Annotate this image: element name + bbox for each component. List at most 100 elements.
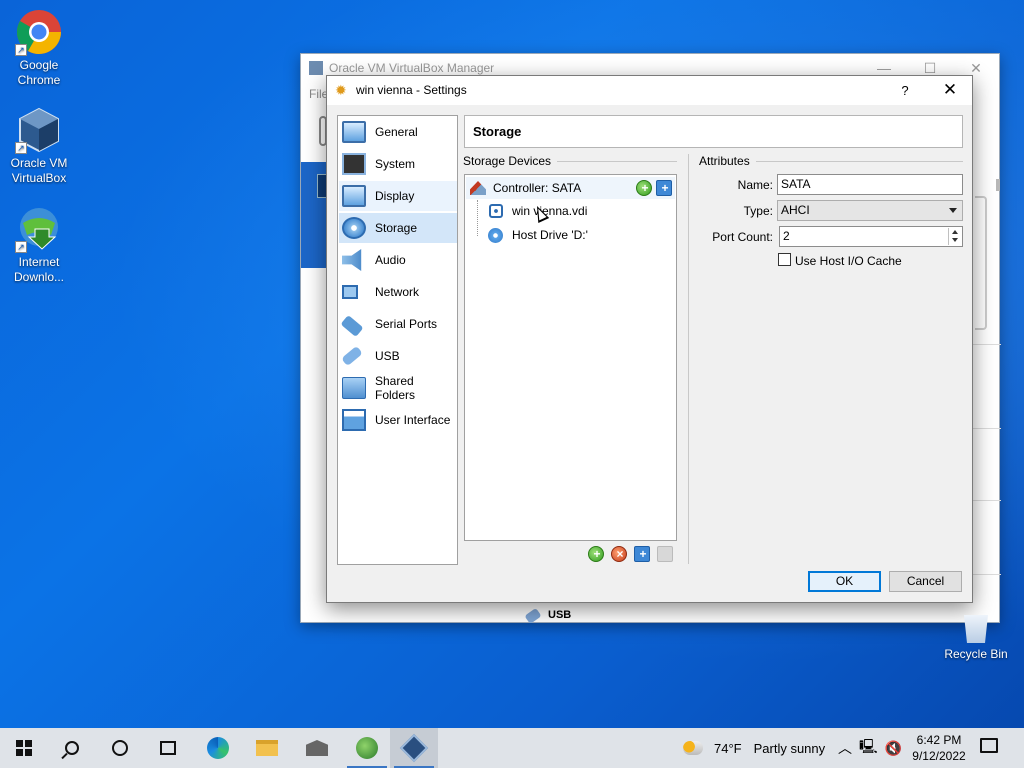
edge-icon [207,737,229,759]
spin-up-icon[interactable] [952,230,958,234]
category-usb[interactable]: USB [339,341,457,371]
volume-muted-icon[interactable]: 🔇 [885,740,902,757]
dialog-titlebar[interactable]: ✹ win vienna - Settings ? ✕ [327,76,972,105]
controller-label: Controller: SATA [493,181,582,195]
weather-widget[interactable]: 74°F Partly sunny [683,728,825,768]
usb-icon [341,345,363,367]
desktop-icon-label: Oracle VM VirtualBox [10,156,68,185]
page-title: Storage [464,115,963,148]
category-label: Serial Ports [375,317,438,331]
add-controller-button[interactable]: + [634,546,650,562]
remove-controller-button[interactable] [657,546,673,562]
dialog-title: win vienna - Settings [356,83,467,97]
port-count-value: 2 [783,229,790,243]
category-storage[interactable]: Storage [339,213,457,243]
virtualbox-logo-icon [309,61,323,75]
desktop-icon-idm[interactable]: ↗ Internet Downlo... [1,205,77,285]
category-label: Network [375,285,420,299]
taskbar-edge[interactable] [194,728,242,768]
category-label: Shared Folders [374,374,415,402]
category-network[interactable]: Network [339,277,457,307]
spin-buttons[interactable] [948,228,961,245]
settings-dialog[interactable]: ✹ win vienna - Settings ? ✕ General Syst… [326,75,973,603]
search-button[interactable] [48,728,96,768]
display-icon [342,185,366,207]
add-optical-drive-button[interactable]: + [636,180,652,196]
host-io-cache-label[interactable]: Use Host I/O Cache [795,254,902,268]
scrollbar[interactable] [996,179,1000,191]
category-serial-ports[interactable]: Serial Ports [339,309,457,339]
taskbar-idm[interactable] [343,728,391,768]
optical-disc-icon [488,227,503,243]
controller-name-input[interactable]: SATA [777,174,963,195]
cortana-button[interactable] [96,728,144,768]
controller-type-select[interactable]: AHCI [777,200,963,221]
dialog-close-button[interactable]: ✕ [931,76,969,105]
taskbar: 74°F Partly sunny ︿ 🖳 🔇 6:42 PM 9/12/202… [0,728,1024,768]
category-shared-folders[interactable]: Shared Folders [339,373,457,403]
help-button[interactable]: ? [888,76,922,105]
device-label: win vienna.vdi [512,204,588,218]
network-icon [342,285,358,299]
idm-icon: ↗ [15,205,63,253]
spin-down-icon[interactable] [952,238,958,242]
remove-attachment-button[interactable]: × [611,546,627,562]
notifications-icon[interactable] [980,738,998,753]
type-label: Type: [743,204,773,218]
category-system[interactable]: System [339,149,457,179]
desktop-icon-recycle-bin[interactable]: Recycle Bin [938,615,1014,661]
category-audio[interactable]: Audio [339,245,457,275]
shortcut-arrow-icon: ↗ [15,44,27,56]
taskbar-virtualbox[interactable] [390,728,438,768]
monitor-icon [342,121,366,143]
taskbar-file-explorer[interactable] [243,728,291,768]
settings-gear-icon: ✹ [335,82,347,98]
weather-description: Partly sunny [753,740,826,756]
type-selected-value: AHCI [781,203,810,217]
manager-title: Oracle VM VirtualBox Manager [329,61,495,75]
desktop-icon-chrome[interactable]: ↗ Google Chrome [1,8,77,88]
hdd-icon [489,204,503,218]
windows-logo-icon [16,740,32,756]
details-usb-heading[interactable]: USB [548,609,571,621]
file-explorer-icon [256,740,278,756]
desktop-icon-label: Google Chrome [17,58,61,87]
idm-icon [356,737,378,759]
serial-icon [340,314,364,338]
desktop-icon-virtualbox[interactable]: ↗ Oracle VM VirtualBox [1,106,77,186]
folder-icon [342,377,366,399]
cancel-button[interactable]: Cancel [889,571,962,592]
chevron-up-icon[interactable]: ︿ [838,738,852,758]
category-display[interactable]: Display [339,181,457,211]
shortcut-arrow-icon: ↗ [15,241,27,253]
category-label: System [375,157,416,171]
network-icon[interactable]: 🖳 [859,736,878,760]
start-button[interactable] [0,728,48,768]
add-hard-disk-button[interactable]: + [656,180,672,196]
port-count-label: Port Count: [712,230,773,244]
task-view-button[interactable] [144,728,192,768]
chevron-down-icon [949,208,957,213]
ui-icon [342,409,366,431]
chrome-icon: ↗ [15,8,63,56]
desktop-icon-label: Internet Downlo... [13,255,65,284]
desktop-icon-label: Recycle Bin [944,647,1008,661]
category-label: USB [375,349,400,363]
name-label: Name: [737,178,773,192]
ok-button[interactable]: OK [808,571,881,592]
category-general[interactable]: General [339,117,457,147]
mail-icon [306,740,328,756]
storage-icon [342,217,366,239]
cortana-icon [112,740,128,756]
tree-item-optical[interactable]: Host Drive 'D:' [488,224,588,246]
clock[interactable]: 6:42 PM 9/12/2022 [906,732,972,764]
taskbar-mail[interactable] [293,728,341,768]
storage-devices-label: Storage Devices [463,154,558,168]
tree-connector [477,200,478,236]
storage-tree[interactable]: Controller: SATA + + win vienna.vdi Host… [464,174,677,541]
host-io-cache-checkbox[interactable] [778,253,791,266]
usb-icon [524,607,542,625]
port-count-spinbox[interactable]: 2 [779,226,963,247]
category-user-interface[interactable]: User Interface [339,405,457,435]
add-attachment-button[interactable]: + [588,546,604,562]
